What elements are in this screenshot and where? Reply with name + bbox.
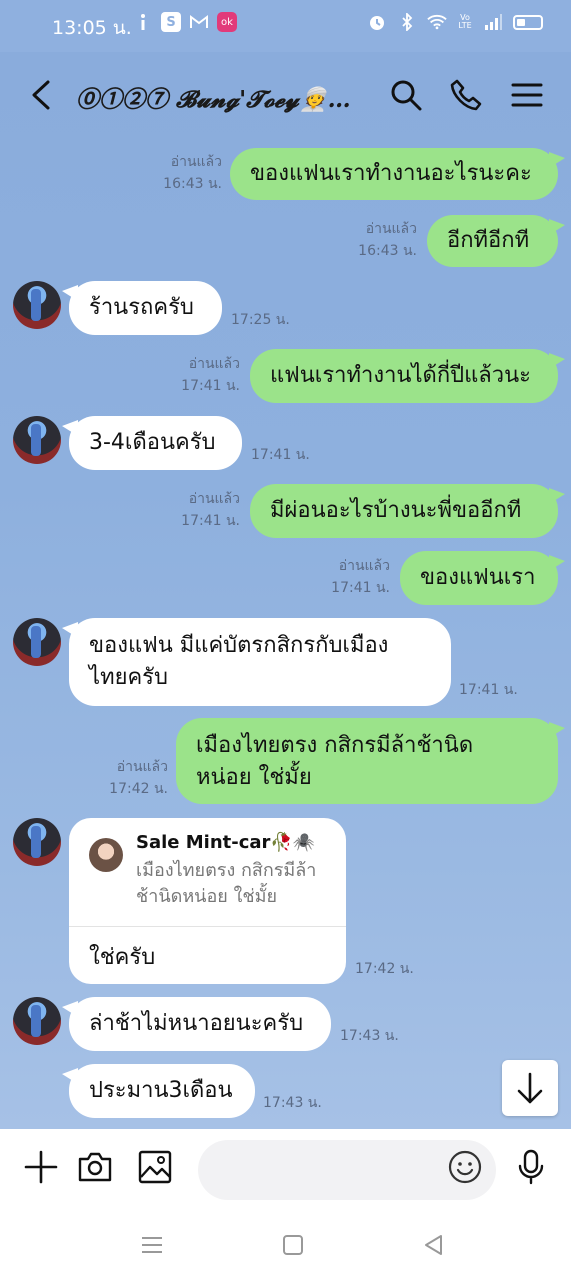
quoted-sender: Sale Mint-car🥀🕷️ [136,832,316,853]
pink-app-icon: ok [217,12,237,32]
chat-title[interactable]: ⓪①②⑦ 𝓑𝓾𝓷𝓰'𝓣𝓸𝓮𝔂👳… [76,80,376,114]
bluetooth-icon [397,12,417,32]
wifi-icon [427,12,447,32]
quoted-message[interactable]: Sale Mint-car🥀🕷️ เมืองไทยตรง กสิกรมีล้า … [69,818,346,927]
message-bubble[interactable]: ของแฟนเรา [400,551,565,605]
arrow-down-icon [517,1072,543,1104]
camera-icon[interactable] [77,1149,113,1185]
message-time: 17:41 น. [251,447,310,463]
menu-icon[interactable] [510,78,544,112]
battery-fill [517,18,525,26]
chat-header: ⓪①②⑦ 𝓑𝓾𝓷𝓰'𝓣𝓸𝓮𝔂👳… [0,52,571,138]
read-receipt: อ่านแล้ว 17:41 น. [331,558,390,596]
avatar[interactable] [13,281,61,329]
message-time: 17:43 น. [263,1095,322,1111]
message-text: ใช่ครับ [89,945,156,970]
avatar[interactable] [13,997,61,1045]
message-bubble[interactable]: เมืองไทยตรง กสิกรมีล้าช้านิด หน่อย ใช่มั… [176,718,565,804]
volte-icon: Vo LTE [458,13,472,30]
gmail-icon [189,12,209,32]
system-nav-bar [0,1209,571,1280]
emoji-icon[interactable] [447,1149,483,1185]
signal-icon [483,12,503,32]
phone-icon[interactable] [449,78,483,112]
search-icon[interactable] [389,78,423,112]
read-receipt: อ่านแล้ว 17:41 น. [181,356,240,394]
quoted-text: เมืองไทยตรง กสิกรมีล้า ช้านิดหน่อย ใช่มั… [136,860,317,907]
alarm-icon [367,12,387,32]
message-line: หน่อย ใช่มั้ย [196,765,312,790]
quoted-avatar [89,838,123,872]
message-bubble[interactable]: ล่าช้าไม่หนาอยนะครับ [62,997,331,1051]
s-icon: S [161,12,181,32]
status-time: 13:05 น. [52,17,132,39]
message-line: ไทยครับ [89,665,168,690]
message-bubble[interactable]: มีผ่อนอะไรบ้างนะพี่ขออีกที [250,484,565,538]
reply-message[interactable]: Sale Mint-car🥀🕷️ เมืองไทยตรง กสิกรมีล้า … [69,818,346,984]
read-receipt: อ่านแล้ว 17:41 น. [181,491,240,529]
back-button[interactable] [28,78,54,112]
message-time: 17:41 น. [459,682,518,698]
read-receipt: อ่านแล้ว 17:42 น. [109,759,168,797]
message-line: เมืองไทยตรง กสิกรมีล้าช้านิด [196,733,474,758]
message-bubble[interactable]: อีกทีอีกที [427,215,565,267]
message-bubble[interactable]: แฟนเราทำงานได้กี่ปีแล้วนะ [250,349,565,403]
message-bubble[interactable]: ร้านรถครับ [62,281,222,335]
home-button[interactable] [280,1232,306,1258]
avatar[interactable] [13,416,61,464]
battery-icon [513,14,543,30]
back-nav-button[interactable] [421,1232,447,1258]
info-icon [133,12,153,32]
read-receipt: อ่านแล้ว 16:43 น. [163,154,222,192]
message-bubble[interactable]: ประมาน3เดือน [62,1064,255,1118]
message-line: ของแฟน มีแค่บัตรกสิกรกับเมือง [89,633,389,658]
recent-apps-button[interactable] [139,1232,165,1258]
message-input-bar [0,1129,571,1209]
status-bar: 13:05 น. S ok Vo LTE [0,0,571,52]
message-bubble[interactable]: ของแฟนเราทำงานอะไรนะคะ [230,148,565,200]
image-icon[interactable] [137,1149,173,1185]
chat-area[interactable]: ⓪①②⑦ 𝓑𝓾𝓷𝓰'𝓣𝓸𝓮𝔂👳… อ่านแล้ว 16:43 น. ของแฟน… [0,52,571,1129]
avatar[interactable] [13,818,61,866]
read-receipt: อ่านแล้ว 16:43 น. [358,221,417,259]
message-time: 17:43 น. [340,1028,399,1044]
message-bubble[interactable]: ของแฟน มีแค่บัตรกสิกรกับเมือง ไทยครับ [62,618,451,706]
message-time: 17:42 น. [355,961,414,977]
scroll-to-bottom-button[interactable] [502,1060,558,1116]
avatar[interactable] [13,618,61,666]
message-bubble[interactable]: 3-4เดือนครับ [62,416,242,470]
message-time: 17:25 น. [231,312,290,328]
microphone-icon[interactable] [513,1149,549,1185]
plus-icon[interactable] [23,1149,59,1185]
